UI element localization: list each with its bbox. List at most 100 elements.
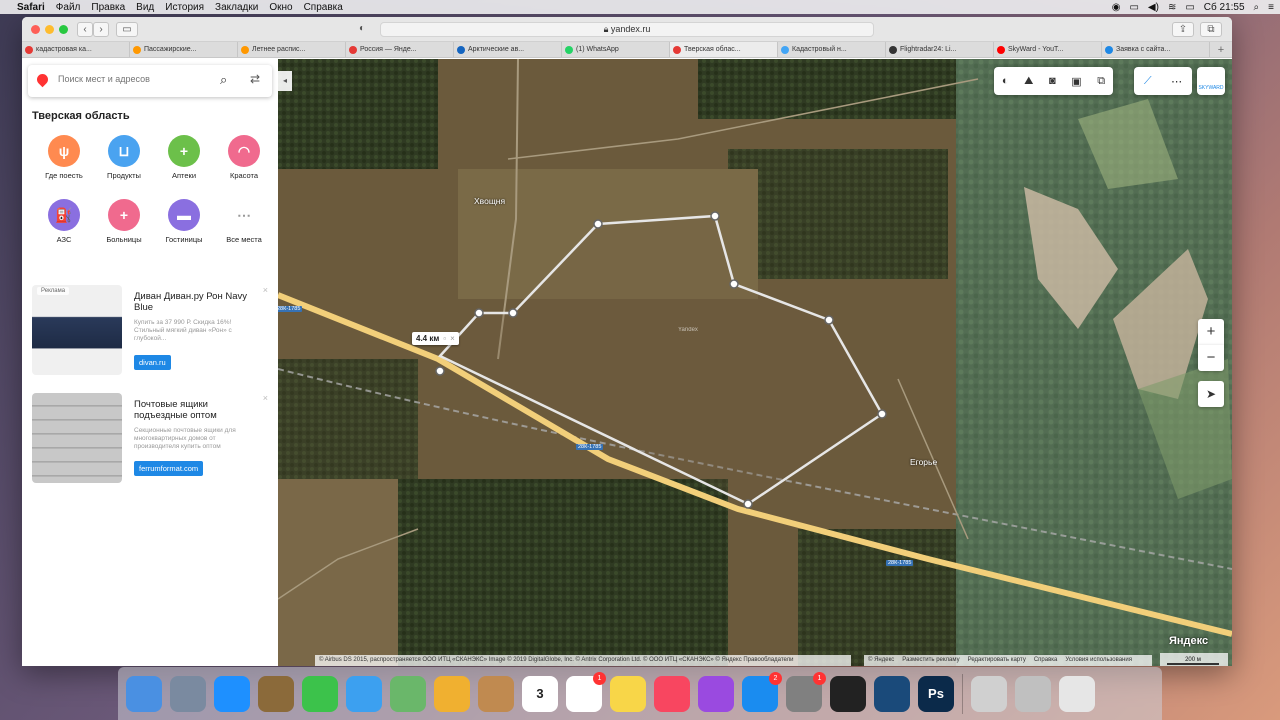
category-3[interactable]: ◠ Красота xyxy=(216,135,272,180)
share-button[interactable]: ⇪ xyxy=(1172,22,1194,37)
category-label[interactable]: Больницы xyxy=(96,235,152,244)
pharmacy-cross-icon[interactable]: + xyxy=(168,135,200,167)
zoom-out-button[interactable]: − xyxy=(1198,345,1224,371)
category-0[interactable]: ψ Где поесть xyxy=(36,135,92,180)
category-4[interactable]: ⛽ АЗС xyxy=(36,199,92,244)
tab-8[interactable]: Flightradar24: Li... xyxy=(886,42,994,57)
more-icon[interactable]: ⋯ xyxy=(1171,75,1182,88)
sidebar-toggle-button[interactable]: ▭ xyxy=(116,22,138,37)
zoom-in-button[interactable]: + xyxy=(1198,319,1224,345)
measure-vertex[interactable] xyxy=(877,409,887,419)
category-6[interactable]: ▬ Гостиницы xyxy=(156,199,212,244)
category-label[interactable]: Где поесть xyxy=(36,171,92,180)
measure-vertex[interactable] xyxy=(435,366,445,376)
safari-icon[interactable] xyxy=(214,675,250,712)
facetime-icon[interactable] xyxy=(302,675,338,712)
collapse-sidebar-button[interactable]: ◂ xyxy=(278,71,292,91)
finder-icon[interactable] xyxy=(126,675,162,712)
minimize-window-button[interactable] xyxy=(45,25,54,34)
list-icon[interactable]: ≡ xyxy=(1268,2,1274,13)
app-store-icon[interactable]: 2 xyxy=(742,671,782,712)
measure-vertex[interactable] xyxy=(729,279,739,289)
ad-title[interactable]: Почтовые ящики подъездные оптом xyxy=(134,399,259,421)
category-7[interactable]: ⋯ Все места xyxy=(216,199,272,244)
menu-app-name[interactable]: Safari xyxy=(17,2,45,13)
search-input[interactable] xyxy=(58,74,208,84)
measure-vertex[interactable] xyxy=(824,315,834,325)
footer-advertise[interactable]: Разместить рекламу xyxy=(902,655,959,666)
menu-bookmarks[interactable]: Закладки xyxy=(215,2,258,13)
close-icon[interactable]: × xyxy=(450,334,455,343)
photos-icon[interactable] xyxy=(434,675,470,712)
menu-window[interactable]: Окно xyxy=(269,2,292,13)
address-bar[interactable]: 🔒︎ yandex.ru xyxy=(380,22,874,37)
basket-icon[interactable]: ⊔ xyxy=(108,135,140,167)
ad-card-sofa[interactable]: Реклама Диван Диван.ру Рон Navy Blue Куп… xyxy=(32,285,272,377)
new-tab-button[interactable]: + xyxy=(1210,42,1232,57)
back-button[interactable]: ‹ xyxy=(77,22,93,37)
close-icon[interactable]: × xyxy=(263,393,268,403)
search-icon[interactable]: ⌕ xyxy=(220,72,227,88)
tab-4[interactable]: Арктические ав... xyxy=(454,42,562,57)
ad-link-button[interactable]: ferrumformat.com xyxy=(134,461,204,476)
search-icon[interactable]: ⌕ xyxy=(1254,2,1260,13)
clock[interactable]: Сб 21:55 xyxy=(1204,2,1245,13)
tab-0[interactable]: кадастровая ка... xyxy=(22,42,130,57)
messages-icon[interactable] xyxy=(346,675,382,712)
final-cut-pro-icon[interactable] xyxy=(830,675,866,712)
menu-history[interactable]: История xyxy=(165,2,204,13)
contacts-icon[interactable] xyxy=(478,675,514,712)
launchpad-icon[interactable] xyxy=(170,675,206,712)
category-label[interactable]: Красота xyxy=(216,171,272,180)
hospital-cross-icon[interactable]: + xyxy=(108,199,140,231)
place-label-egorye[interactable]: Егорье xyxy=(910,457,937,467)
tab-1[interactable]: Пассажирские... xyxy=(130,42,238,57)
layers-icon[interactable]: ◐ xyxy=(1002,75,1009,87)
mailbox-image[interactable] xyxy=(32,393,122,483)
reminders-icon[interactable]: 1 xyxy=(566,671,606,712)
geolocation-icon[interactable]: ➤ xyxy=(1198,381,1224,407)
menu-help[interactable]: Справка xyxy=(304,2,343,13)
system-preferences-icon[interactable]: 1 xyxy=(786,671,826,712)
place-label-khvoshchnya[interactable]: Хвощня xyxy=(474,196,505,206)
wifi-icon[interactable]: ≋ xyxy=(1168,2,1176,13)
volume-icon[interactable]: ◀) xyxy=(1148,2,1159,13)
status-icon[interactable]: ◉ xyxy=(1112,2,1121,13)
menu-view[interactable]: Вид xyxy=(136,2,154,13)
category-5[interactable]: + Больницы xyxy=(96,199,152,244)
camera-icon[interactable]: ◙ xyxy=(1049,75,1056,87)
menu-edit[interactable]: Правка xyxy=(91,2,125,13)
category-2[interactable]: + Аптеки xyxy=(156,135,212,180)
fork-knife-icon[interactable]: ψ xyxy=(48,135,80,167)
measure-vertex[interactable] xyxy=(508,308,518,318)
sofa-image[interactable] xyxy=(32,285,122,375)
measure-vertex[interactable] xyxy=(474,308,484,318)
tabs-overview-button[interactable]: ⧉ xyxy=(1200,22,1222,37)
bed-icon[interactable]: ▬ xyxy=(168,199,200,231)
measure-distance-label[interactable]: 4.4 км ▫ × xyxy=(412,332,459,345)
ad-link-button[interactable]: divan.ru xyxy=(134,355,171,370)
measure-vertex[interactable] xyxy=(593,219,603,229)
ad-title[interactable]: Диван Диван.ру Рон Navy Blue xyxy=(134,291,259,313)
tab-3[interactable]: Россия — Янде... xyxy=(346,42,454,57)
podcasts-icon[interactable] xyxy=(698,675,734,712)
skyward-logo-icon[interactable]: SKYWARD xyxy=(1197,67,1225,95)
fuel-icon[interactable]: ⛽ xyxy=(48,199,80,231)
tab-9[interactable]: SkyWard - YouT... xyxy=(994,42,1102,57)
trash-icon[interactable]: ▫ xyxy=(443,334,446,343)
calendar-icon[interactable]: 3 xyxy=(522,675,558,712)
screenshot-1-icon[interactable] xyxy=(971,675,1007,712)
tab-7[interactable]: Кадастровый н... xyxy=(778,42,886,57)
ruler-icon[interactable]: ⟋ xyxy=(1144,75,1152,88)
dots-grid-icon[interactable]: ⋯ xyxy=(228,199,260,231)
category-1[interactable]: ⊔ Продукты xyxy=(96,135,152,180)
category-label[interactable]: Продукты xyxy=(96,171,152,180)
notes-icon[interactable] xyxy=(610,675,646,712)
tab-10[interactable]: Заявка с сайта... xyxy=(1102,42,1210,57)
menu-file[interactable]: Файл xyxy=(56,2,81,13)
footer-edit-map[interactable]: Редактировать карту xyxy=(968,655,1026,666)
photoshop-icon[interactable]: Ps xyxy=(918,675,954,712)
privacy-icon[interactable]: ◐ xyxy=(352,22,372,37)
ad-card-mailboxes[interactable]: Почтовые ящики подъездные оптом Секционн… xyxy=(32,393,272,485)
screenshot-2-icon[interactable] xyxy=(1015,675,1051,712)
